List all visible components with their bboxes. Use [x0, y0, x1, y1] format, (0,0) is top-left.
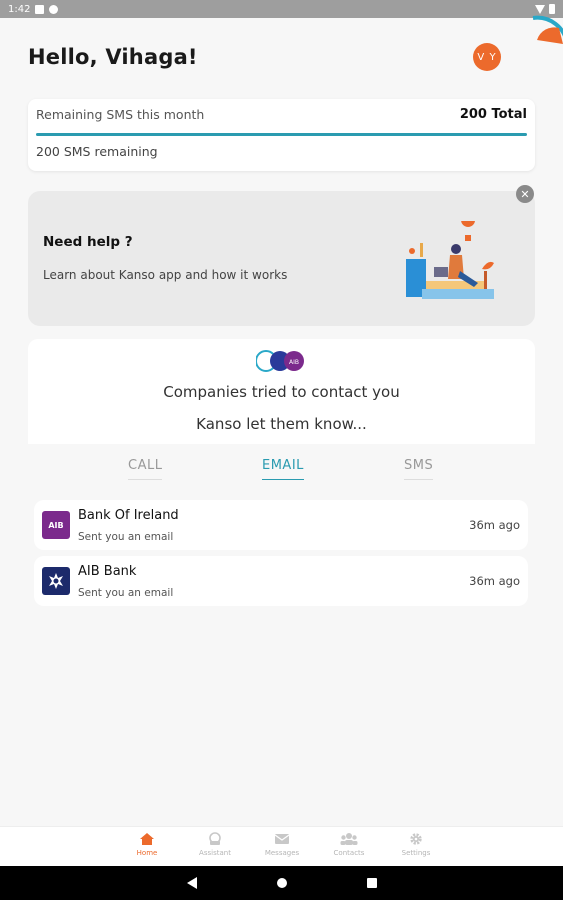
nav-messages[interactable]: Messages — [247, 832, 317, 857]
message-time: 36m ago — [469, 574, 520, 588]
nav-label: Messages — [264, 849, 300, 857]
avatar[interactable]: V Y — [473, 43, 501, 71]
gear-icon — [410, 833, 422, 845]
nav-assistant[interactable]: Assistant — [180, 832, 250, 857]
status-time: 1:42 — [8, 3, 31, 15]
nav-settings[interactable]: Settings — [381, 832, 451, 857]
contacts-icon — [340, 833, 358, 845]
company-name: AIB Bank — [78, 564, 137, 579]
assistant-icon — [209, 832, 221, 845]
list-item[interactable]: AIB Bank Sent you an email 36m ago — [34, 556, 528, 606]
svg-text:AIB: AIB — [289, 359, 299, 366]
recents-icon[interactable] — [366, 876, 378, 890]
notification-icon — [35, 4, 45, 14]
bottom-navigation: Home Assistant Messages Contacts Setting… — [0, 826, 563, 866]
contact-title: Companies tried to contact you — [163, 383, 400, 401]
tab-email[interactable]: EMAIL — [262, 458, 304, 480]
tab-sms[interactable]: SMS — [404, 458, 434, 480]
system-navigation-bar — [0, 866, 563, 900]
sms-remaining: 200 SMS remaining — [36, 144, 158, 159]
company-name: Bank Of Ireland — [78, 508, 179, 523]
sms-usage-card: Remaining SMS this month 200 Total 200 S… — [28, 99, 535, 171]
sync-icon — [49, 4, 59, 14]
icon-text: AIB — [48, 520, 64, 530]
help-subtitle: Learn about Kanso app and how it works — [43, 268, 288, 282]
battery-icon — [549, 4, 555, 14]
star-emblem-icon — [49, 573, 63, 589]
sms-progress-bar — [36, 133, 527, 136]
greeting-title: Hello, Vihaga! — [28, 45, 198, 69]
wifi-icon — [535, 4, 545, 14]
help-card[interactable]: ✕ Need help ? Learn about Kanso app and … — [28, 185, 535, 326]
aib-logo-icon: AIB — [42, 511, 70, 539]
close-icon[interactable]: ✕ — [516, 185, 534, 203]
sms-label: Remaining SMS this month — [36, 107, 205, 122]
home-circle-icon[interactable] — [276, 876, 288, 890]
nav-label: Home — [136, 849, 158, 857]
tab-call[interactable]: CALL — [128, 458, 163, 480]
bank-of-ireland-logo-icon — [42, 567, 70, 595]
sms-total: 200 Total — [459, 107, 527, 122]
nav-label: Assistant — [199, 849, 231, 857]
nav-label: Contacts — [333, 849, 365, 857]
status-bar: 1:42 — [0, 0, 563, 18]
message-list: AIB Bank Of Ireland Sent you an email 36… — [34, 500, 528, 612]
companies-contact-card: AIB Companies tried to contact you Kanso… — [28, 339, 535, 444]
back-icon[interactable] — [186, 876, 198, 890]
message-subtitle: Sent you an email — [78, 587, 174, 599]
list-item[interactable]: AIB Bank Of Ireland Sent you an email 36… — [34, 500, 528, 550]
contact-subtitle: Kanso let them know... — [196, 415, 367, 433]
company-logos-icon: AIB — [256, 350, 304, 372]
nav-home[interactable]: Home — [112, 832, 182, 857]
message-subtitle: Sent you an email — [78, 531, 174, 543]
nav-label: Settings — [401, 849, 431, 857]
home-icon — [140, 833, 154, 845]
message-time: 36m ago — [469, 518, 520, 532]
decorative-arc-icon — [532, 15, 563, 44]
mail-icon — [274, 834, 290, 844]
help-illustration-icon — [406, 221, 494, 299]
help-title: Need help ? — [43, 234, 133, 250]
tab-bar: CALL EMAIL SMS — [28, 452, 535, 486]
header: Hello, Vihaga! V Y — [28, 40, 501, 74]
nav-contacts[interactable]: Contacts — [314, 832, 384, 857]
